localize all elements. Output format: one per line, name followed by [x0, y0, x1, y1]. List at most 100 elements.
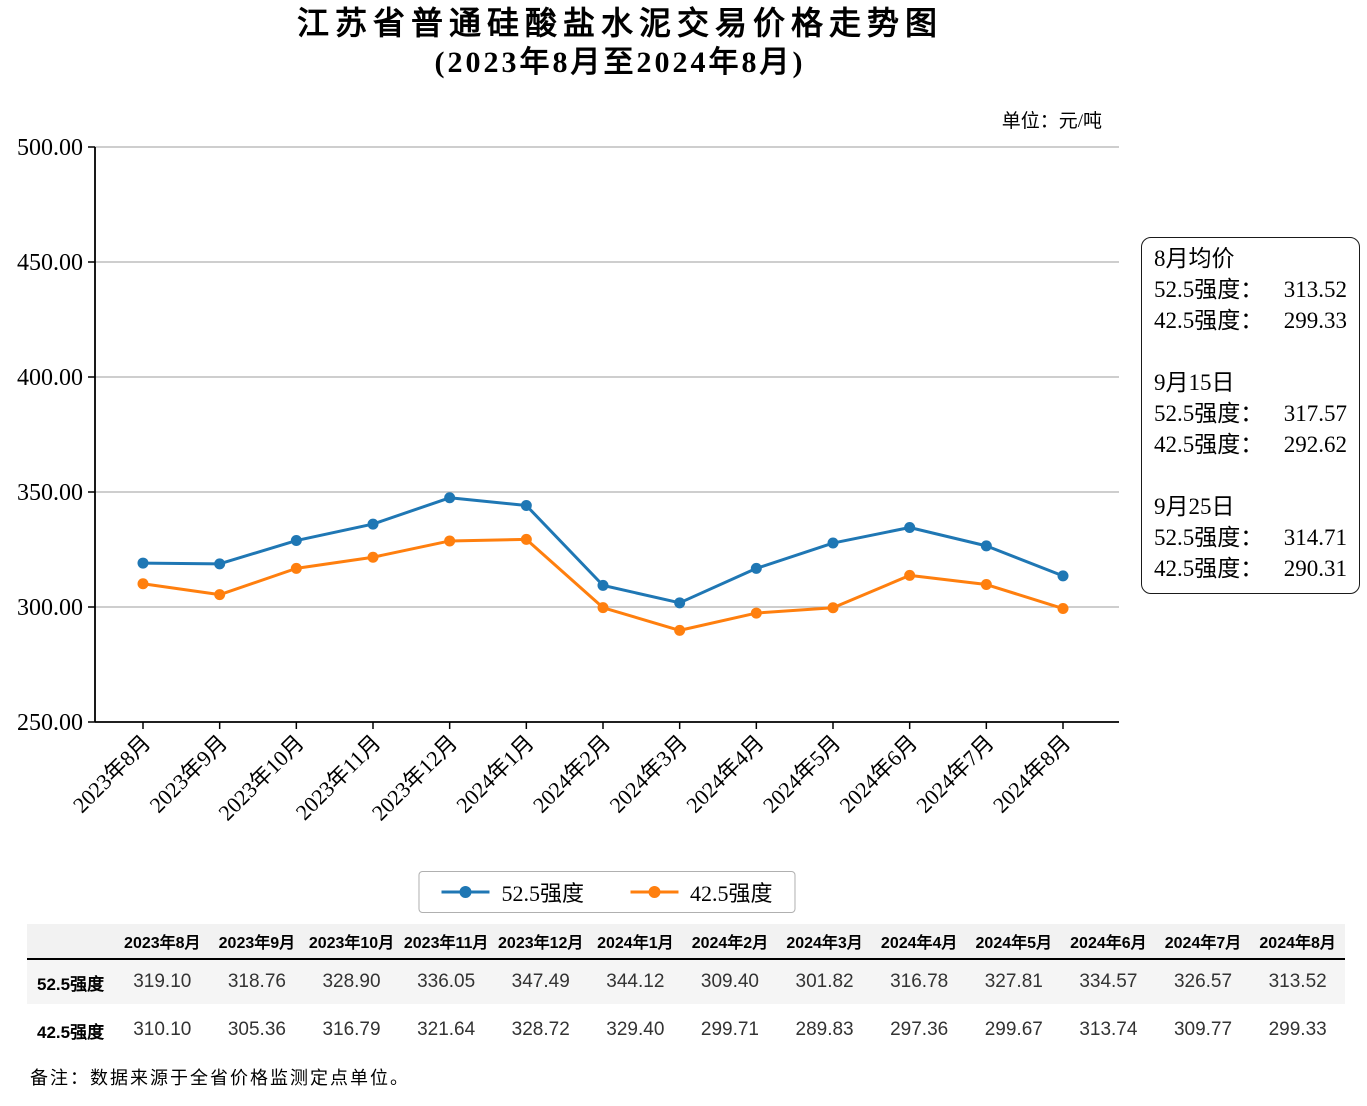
annotation-section: 9月15日 52.5强度： 317.57 42.5强度： 292.62 — [1154, 367, 1347, 460]
annotation-row-value: 292.62 — [1283, 432, 1347, 457]
table-row: 52.5强度 319.10 318.76 328.90 336.05 347.49 344.… — [27, 960, 1345, 1008]
y-tick-label: 500.00 — [17, 135, 83, 161]
annotation-row-label: 42.5强度： — [1154, 432, 1264, 457]
table-header-cell: 2024年2月 — [682, 924, 778, 960]
data-point — [1057, 570, 1069, 582]
table-cell: 305.36 — [209, 1008, 305, 1052]
annotation-row-label: 42.5强度： — [1154, 556, 1264, 581]
table-cell: 309.77 — [1155, 1008, 1251, 1052]
data-point — [290, 562, 302, 574]
annotation-box: 8月均价 52.5强度： 313.52 42.5强度： 299.33 9月15日 52.5强… — [1141, 237, 1360, 594]
table-header-cell: 2023年11月 — [398, 924, 494, 960]
table-cell: 299.67 — [966, 1008, 1062, 1052]
x-tick-label: 2024年4月 — [681, 730, 769, 818]
table-cell: 301.82 — [777, 960, 872, 1008]
table-header-cell: 2024年3月 — [777, 924, 872, 960]
data-point — [827, 602, 839, 614]
table-header-cell: 2024年5月 — [966, 924, 1062, 960]
table-cell: 336.05 — [398, 960, 494, 1008]
data-point — [904, 521, 916, 533]
table-cell: 313.74 — [1061, 1008, 1156, 1052]
x-tick-label: 2024年5月 — [758, 730, 846, 818]
annotation-row: 52.5强度： 317.57 — [1154, 398, 1347, 429]
table-header-cell: 2024年4月 — [871, 924, 967, 960]
table-cell: 327.81 — [966, 960, 1062, 1008]
annotation-row-label: 52.5强度： — [1154, 525, 1264, 550]
annotation-section: 8月均价 52.5强度： 313.52 42.5强度： 299.33 — [1154, 243, 1347, 336]
legend: 52.5强度 42.5强度 — [418, 871, 796, 913]
table-header-row: 2023年8月 2023年9月 2023年10月 2023年11月 2023年12月 20… — [27, 924, 1345, 960]
annotation-section: 9月25日 52.5强度： 314.71 42.5强度： 290.31 — [1154, 491, 1347, 584]
data-point — [750, 562, 762, 574]
table-cell: 297.36 — [871, 1008, 967, 1052]
table-header-cell: 2024年7月 — [1155, 924, 1251, 960]
annotation-row-value: 314.71 — [1283, 525, 1347, 550]
x-tick-label: 2024年8月 — [988, 730, 1076, 818]
annotation-row: 52.5强度： 313.52 — [1154, 274, 1347, 305]
data-point — [674, 624, 686, 636]
data-point — [1057, 603, 1069, 615]
table-cell: 328.72 — [493, 1008, 589, 1052]
table-header-cell: 2024年1月 — [588, 924, 683, 960]
annotation-heading: 8月均价 — [1154, 246, 1235, 271]
table-row-label: 52.5强度 — [27, 960, 115, 1008]
data-point — [520, 500, 532, 512]
data-point — [980, 579, 992, 591]
annotation-row: 42.5强度： 290.31 — [1154, 553, 1347, 584]
table-header-cell: 2023年8月 — [115, 924, 210, 960]
table-cell: 289.83 — [777, 1008, 872, 1052]
data-point — [214, 558, 226, 570]
table-cell: 310.10 — [115, 1008, 210, 1052]
table-header-cell: 2024年6月 — [1061, 924, 1156, 960]
table-corner-cell — [27, 924, 115, 960]
page: 江苏省普通硅酸盐水泥交易价格走势图 (2023年8月至2024年8月) 单位：元… — [0, 0, 1367, 1106]
table-cell: 316.79 — [304, 1008, 399, 1052]
legend-label: 52.5强度 — [501, 881, 584, 906]
annotation-heading: 9月25日 — [1154, 494, 1235, 519]
annotation-row-value: 313.52 — [1283, 277, 1347, 302]
table-cell: 344.12 — [588, 960, 683, 1008]
table-header-cell: 2023年9月 — [209, 924, 305, 960]
table-cell: 309.40 — [682, 960, 778, 1008]
table-cell: 329.40 — [588, 1008, 683, 1052]
table-row-label: 42.5强度 — [27, 1008, 115, 1052]
data-point — [137, 578, 149, 590]
annotation-row-label: 42.5强度： — [1154, 308, 1264, 333]
annotation-row-value: 290.31 — [1283, 556, 1347, 581]
y-tick-label: 300.00 — [17, 595, 83, 621]
price-table-wrap: 2023年8月 2023年9月 2023年10月 2023年11月 2023年12月 20… — [27, 924, 1345, 1052]
table-cell: 347.49 — [493, 960, 589, 1008]
data-point — [214, 589, 226, 601]
table-cell: 318.76 — [209, 960, 305, 1008]
annotation-row-value: 299.33 — [1283, 308, 1347, 333]
table-header-cell: 2024年8月 — [1250, 924, 1345, 960]
table-header-cell: 2023年10月 — [304, 924, 399, 960]
legend-line-marker-icon — [630, 886, 678, 898]
table-cell: 326.57 — [1155, 960, 1251, 1008]
data-point — [827, 537, 839, 549]
table-cell: 321.64 — [398, 1008, 494, 1052]
y-tick-label: 450.00 — [17, 250, 83, 276]
table-cell: 319.10 — [115, 960, 210, 1008]
x-tick-label: 2024年1月 — [451, 730, 539, 818]
legend-line-marker-icon — [441, 886, 490, 898]
table-cell: 328.90 — [304, 960, 399, 1008]
annotation-heading: 9月15日 — [1154, 370, 1235, 395]
table-cell: 313.52 — [1250, 960, 1345, 1008]
table-header-cell: 2023年12月 — [493, 924, 589, 960]
y-tick-label: 250.00 — [17, 710, 83, 736]
annotation-row: 42.5强度： 299.33 — [1154, 305, 1347, 336]
annotation-row-label: 52.5强度： — [1154, 401, 1264, 426]
data-point — [290, 535, 302, 547]
data-point — [904, 569, 916, 581]
y-tick-label: 350.00 — [17, 480, 83, 506]
price-table: 2023年8月 2023年9月 2023年10月 2023年11月 2023年12月 20… — [27, 924, 1345, 1052]
x-tick-label: 2024年6月 — [835, 730, 923, 818]
table-cell: 299.33 — [1250, 1008, 1345, 1052]
data-point — [750, 607, 762, 619]
annotation-row-value: 317.57 — [1283, 401, 1347, 426]
data-point — [520, 533, 532, 545]
table-cell: 299.71 — [682, 1008, 778, 1052]
x-tick-label: 2024年3月 — [605, 730, 693, 818]
data-point — [444, 492, 456, 504]
